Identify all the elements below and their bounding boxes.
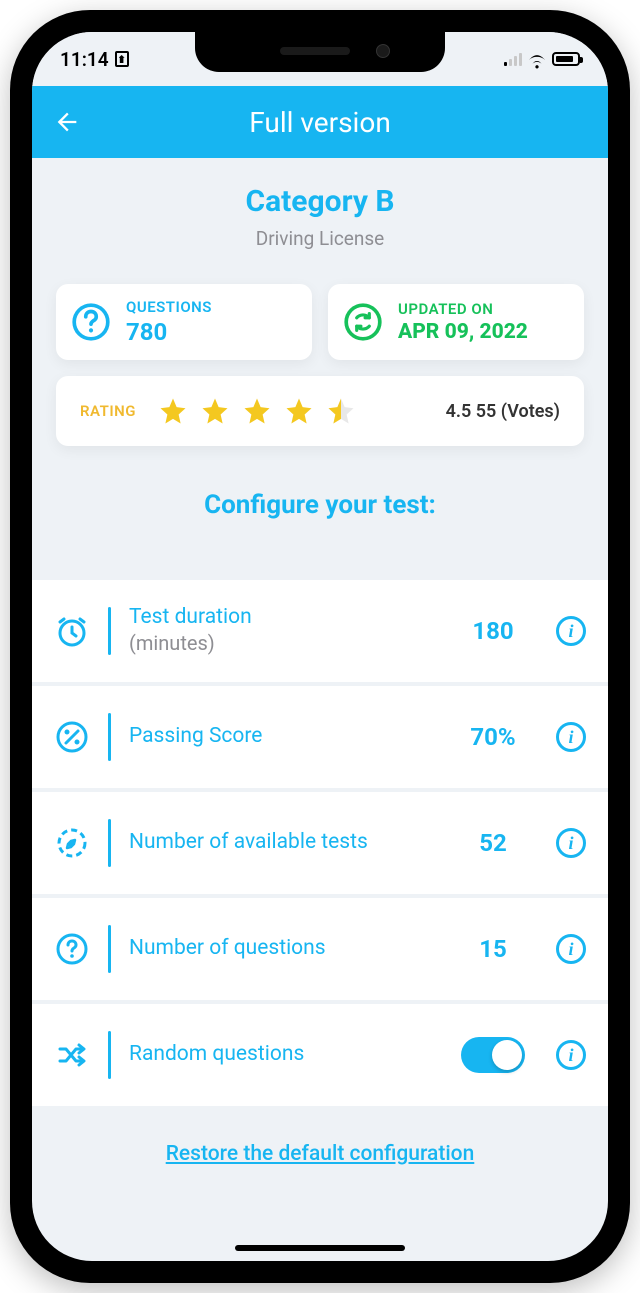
row-test-duration[interactable]: Test duration (minutes) 180 i — [32, 578, 608, 684]
back-button[interactable] — [50, 105, 84, 139]
row-separator — [108, 819, 111, 867]
stats-row: QUESTIONS 780 UPDATED ON APR 09, 2022 — [32, 262, 608, 368]
percent-icon — [54, 719, 90, 755]
row-passing-score[interactable]: Passing Score 70% i — [32, 684, 608, 790]
restore-section: Restore the default configuration — [32, 1108, 608, 1190]
target-icon — [54, 825, 90, 861]
updated-card: UPDATED ON APR 09, 2022 — [328, 284, 584, 360]
status-time: 11:14 — [60, 48, 109, 71]
row-label: Random questions — [129, 1042, 430, 1067]
status-app-icon — [115, 51, 129, 67]
rating-text: 4.5 55 (Votes) — [446, 401, 560, 422]
updated-label: UPDATED ON — [398, 300, 528, 318]
star-icon — [200, 396, 230, 426]
back-arrow-icon — [53, 108, 81, 136]
rating-card: RATING 4.5 55 (Votes) — [56, 376, 584, 446]
row-label: Number of available tests — [129, 830, 430, 855]
home-indicator[interactable] — [235, 1245, 405, 1251]
info-button[interactable]: i — [556, 616, 586, 646]
category-header: Category B Driving License — [32, 158, 608, 262]
refresh-icon — [342, 301, 384, 343]
star-icon — [158, 396, 188, 426]
restore-link[interactable]: Restore the default configuration — [166, 1142, 475, 1166]
star-icon — [242, 396, 272, 426]
app-bar-title: Full version — [249, 106, 391, 139]
row-separator — [108, 925, 111, 973]
shuffle-icon — [54, 1037, 90, 1073]
random-toggle[interactable] — [461, 1037, 525, 1073]
category-subtitle: Driving License — [52, 227, 588, 250]
row-value: 15 — [448, 935, 538, 963]
questions-card: QUESTIONS 780 — [56, 284, 312, 360]
info-button[interactable]: i — [556, 1040, 586, 1070]
phone-frame: 11:14 Full version — [10, 10, 630, 1283]
questions-value: 780 — [126, 318, 212, 346]
row-separator — [108, 713, 111, 761]
app-bar: Full version — [32, 86, 608, 158]
row-sublabel: (minutes) — [129, 631, 215, 655]
row-available-tests[interactable]: Number of available tests 52 i — [32, 790, 608, 896]
row-number-questions[interactable]: Number of questions 15 i — [32, 896, 608, 1002]
row-value: 52 — [448, 829, 538, 857]
question-circle-icon — [70, 301, 112, 343]
wifi-icon — [527, 51, 547, 67]
row-label: Number of questions — [129, 936, 430, 961]
phone-notch — [195, 32, 445, 72]
row-value: 180 — [448, 617, 538, 645]
info-button[interactable]: i — [556, 722, 586, 752]
battery-icon — [552, 52, 580, 66]
updated-value: APR 09, 2022 — [398, 320, 528, 344]
star-icon — [284, 396, 314, 426]
question-icon — [54, 931, 90, 967]
info-button[interactable]: i — [556, 828, 586, 858]
config-rows: Test duration (minutes) 180 i Passing Sc… — [32, 578, 608, 1108]
row-label: Test duration (minutes) — [129, 605, 430, 656]
row-random-questions: Random questions i — [32, 1002, 608, 1108]
info-button[interactable]: i — [556, 934, 586, 964]
clock-icon — [54, 613, 90, 649]
row-separator — [108, 607, 111, 655]
category-title: Category B — [52, 184, 588, 219]
row-value: 70% — [448, 723, 538, 751]
row-label: Passing Score — [129, 724, 430, 749]
cellular-signal-icon — [504, 52, 522, 66]
phone-screen: 11:14 Full version — [32, 32, 608, 1261]
questions-label: QUESTIONS — [126, 298, 212, 316]
row-label-text: Test duration — [129, 605, 252, 629]
star-half-icon — [326, 396, 356, 426]
row-separator — [108, 1031, 111, 1079]
rating-label: RATING — [80, 402, 136, 420]
rating-stars — [158, 396, 356, 426]
configure-title: Configure your test: — [32, 490, 608, 520]
